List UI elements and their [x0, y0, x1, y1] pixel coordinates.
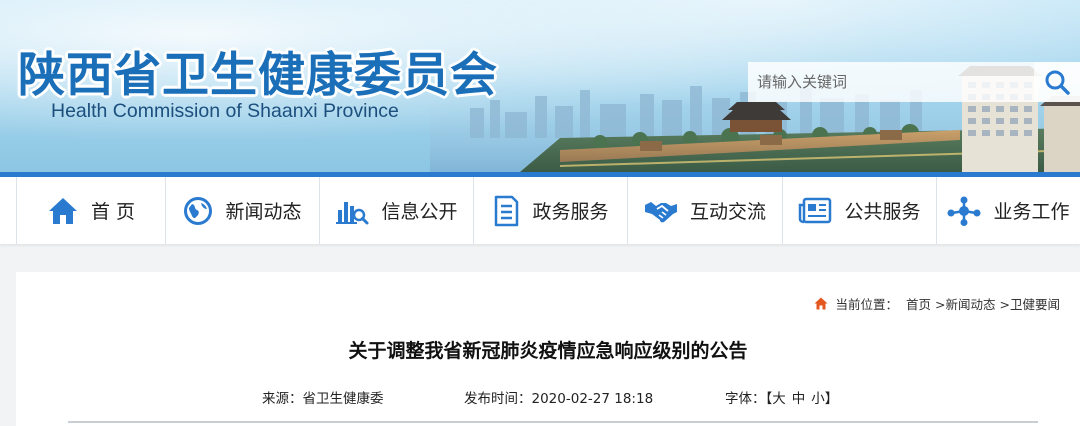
news-icon [799, 197, 832, 223]
font-size-small-button[interactable]: 小 [811, 387, 825, 407]
search-button[interactable] [1034, 62, 1080, 102]
home-icon [48, 197, 77, 224]
home-icon [814, 297, 827, 310]
font-size-control: 字体：【 大 中 小 】 [725, 387, 838, 407]
network-icon [947, 196, 981, 226]
font-size-label: 字体： [725, 391, 766, 407]
breadcrumb: 当前位置： 首页 >新闻动态 >卫健要闻 [814, 294, 1060, 313]
publish-time-label: 发布时间： [464, 391, 532, 407]
breadcrumb-prefix: 当前位置： [835, 297, 899, 312]
nav-item-home[interactable]: 首 页 [16, 177, 166, 244]
article-publish-time: 发布时间：2020-02-27 18:18 [464, 387, 653, 407]
nav-item-label: 公共服务 [844, 201, 921, 223]
handshake-icon [644, 201, 677, 222]
document-icon [495, 195, 519, 226]
source-value: 省卫生健康委 [302, 391, 384, 407]
nav-item-public-services[interactable]: 公共服务 [783, 177, 937, 244]
header-banner: 陕西省卫生健康委员会 Health Commission of Shaanxi … [0, 0, 1080, 172]
nav-item-label: 首 页 [90, 201, 136, 223]
font-size-bracket-open: 【 [765, 391, 773, 407]
font-size-bracket-close: 】 [824, 391, 839, 407]
nav-item-label: 信息公开 [381, 201, 458, 223]
globe-icon [184, 196, 213, 225]
font-size-large-button[interactable]: 大 [772, 387, 786, 407]
article-panel: 当前位置： 首页 >新闻动态 >卫健要闻 关于调整我省新冠肺炎疫情应急响应级别的… [16, 272, 1080, 426]
breadcrumb-link-health-news[interactable]: >卫健要闻 [1000, 294, 1060, 313]
breadcrumb-link-home[interactable]: 首页 [906, 294, 931, 313]
publish-time-value: 2020-02-27 18:18 [531, 391, 654, 407]
nav-item-info-disclosure[interactable]: 信息公开 [320, 177, 474, 244]
site-title: 陕西省卫生健康委员会 [18, 48, 498, 103]
font-size-medium-button[interactable]: 中 [792, 387, 806, 407]
nav-item-gov-services[interactable]: 政务服务 [474, 177, 628, 244]
breadcrumb-link-news[interactable]: >新闻动态 [935, 294, 995, 313]
nav-item-news[interactable]: 新闻动态 [166, 177, 320, 244]
chart-search-icon [336, 201, 369, 224]
main-nav: 首 页 新闻动态 信息公开 政务服务 互动交流 公共服务 业务工作 [0, 172, 1080, 244]
nav-item-label: 业务工作 [993, 201, 1070, 223]
article-title: 关于调整我省新冠肺炎疫情应急响应级别的公告 [348, 340, 748, 362]
nav-item-label: 新闻动态 [225, 201, 302, 223]
site-subtitle-en: Health Commission of Shaanxi Province [51, 100, 399, 122]
nav-item-label: 政务服务 [532, 201, 609, 223]
nav-item-business[interactable]: 业务工作 [937, 177, 1080, 244]
search-input[interactable] [748, 62, 1034, 102]
article-source: 来源：省卫生健康委 [262, 387, 384, 407]
nav-item-label: 互动交流 [689, 201, 766, 223]
article-divider [68, 421, 1038, 423]
nav-item-interaction[interactable]: 互动交流 [628, 177, 783, 244]
source-label: 来源： [262, 391, 303, 407]
search-icon [1045, 70, 1070, 95]
